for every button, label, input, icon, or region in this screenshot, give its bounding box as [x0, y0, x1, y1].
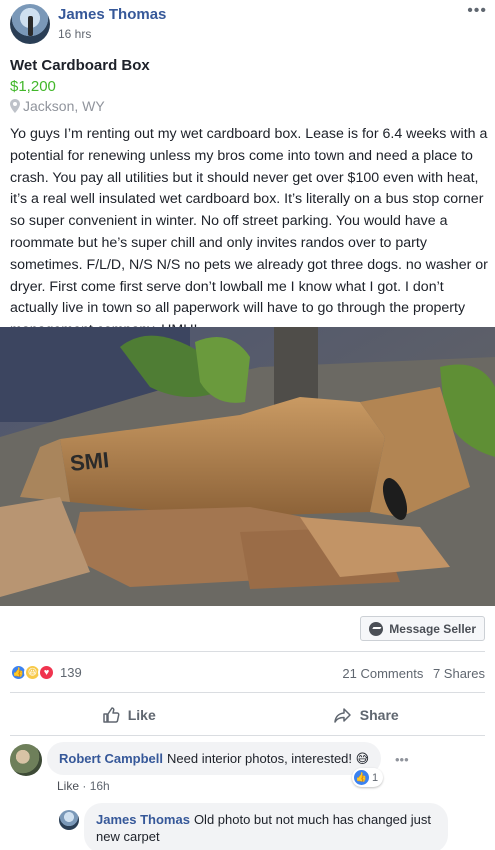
post-timestamp[interactable]: 16 hrs: [58, 27, 91, 41]
engagement-stats: 21 Comments 7 Shares: [336, 666, 485, 681]
reactions-summary[interactable]: 👍 😆 ♥ 139: [10, 664, 82, 681]
comment-time[interactable]: 16h: [90, 779, 110, 793]
shares-count[interactable]: 7 Shares: [433, 666, 485, 681]
divider: [10, 692, 485, 693]
message-seller-button[interactable]: Message Seller: [360, 616, 485, 641]
reaction-count: 139: [60, 665, 82, 680]
like-button[interactable]: Like: [10, 700, 248, 730]
divider: [10, 735, 485, 736]
comments-count[interactable]: 21 Comments: [342, 666, 423, 681]
listing-location: Jackson, WY: [10, 98, 105, 114]
listing-price: $1,200: [10, 78, 56, 95]
like-label: Like: [127, 707, 156, 723]
like-reaction-icon: 👍: [354, 770, 369, 785]
commenter-avatar[interactable]: [10, 744, 42, 776]
share-button[interactable]: Share: [248, 700, 486, 730]
author-avatar[interactable]: [10, 4, 50, 44]
listing-description: Yo guys I’m renting out my wet cardboard…: [10, 126, 488, 338]
comment-author[interactable]: Robert Campbell: [59, 751, 163, 766]
share-label: Share: [359, 707, 399, 723]
reply-bubble: James Thomas Old photo but not much has c…: [84, 803, 448, 850]
share-arrow-icon: [334, 708, 351, 723]
meta-separator: ·: [79, 779, 90, 793]
comment-reaction-count: 1: [372, 771, 379, 784]
comment-meta: Like · 16h: [57, 779, 110, 793]
post-header: James Thomas 16 hrs •••: [0, 0, 495, 48]
location-text: Jackson, WY: [23, 98, 105, 114]
message-seller-label: Message Seller: [389, 621, 476, 636]
comment-reaction-pill[interactable]: 👍 1: [352, 768, 384, 787]
comment-like-link[interactable]: Like: [57, 779, 79, 793]
post-actions: Like Share: [10, 700, 485, 730]
listing-title: Wet Cardboard Box: [10, 57, 150, 74]
thumbs-up-icon: [102, 707, 120, 723]
reply-author-avatar[interactable]: [59, 810, 79, 830]
comment-bubble: Robert Campbell Need interior photos, int…: [47, 742, 382, 775]
author-name[interactable]: James Thomas: [58, 6, 166, 23]
photo-box-print: SMI: [69, 447, 111, 476]
listing-photo[interactable]: SMI: [0, 327, 495, 606]
love-reaction-icon: ♥: [38, 664, 55, 681]
divider: [10, 651, 485, 652]
comment-text: Need interior photos, interested! 😅: [167, 751, 370, 766]
more-options-icon[interactable]: •••: [467, 2, 487, 20]
location-pin-icon: [10, 99, 20, 113]
comment-options-icon[interactable]: •••: [395, 752, 409, 767]
reply-author[interactable]: James Thomas: [96, 812, 190, 827]
messenger-icon: [369, 621, 384, 636]
